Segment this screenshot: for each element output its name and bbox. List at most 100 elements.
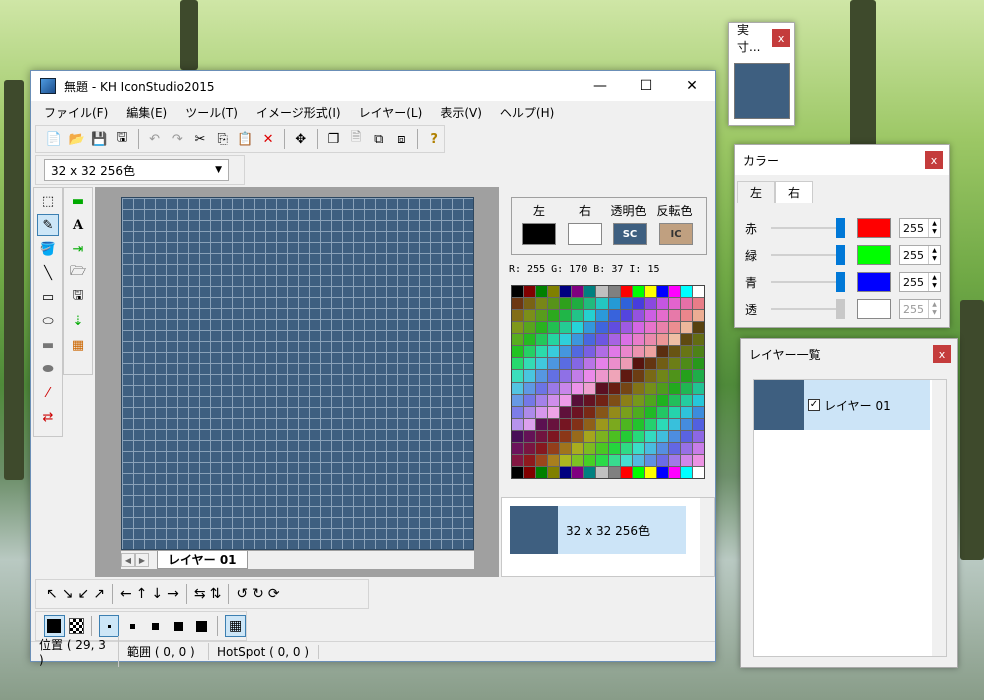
- palette-cell[interactable]: [608, 346, 620, 358]
- line-icon[interactable]: ╲: [37, 262, 59, 284]
- palette-cell[interactable]: [548, 298, 560, 310]
- left-color-swatch[interactable]: [522, 223, 556, 245]
- palette-cell[interactable]: [524, 346, 536, 358]
- palette-cell[interactable]: [668, 322, 680, 334]
- brush-size-3-icon[interactable]: [146, 616, 165, 636]
- tab-scroll-right-icon[interactable]: ▶: [135, 553, 149, 567]
- palette-cell[interactable]: [680, 322, 692, 334]
- pencil-icon[interactable]: ✎: [37, 214, 59, 236]
- palette-cell[interactable]: [668, 310, 680, 322]
- palette-cell[interactable]: [584, 346, 596, 358]
- minimize-button[interactable]: —: [577, 71, 623, 101]
- palette-cell[interactable]: [560, 286, 572, 298]
- palette-cell[interactable]: [596, 454, 608, 466]
- palette-cell[interactable]: [680, 334, 692, 346]
- color-window-close-button[interactable]: x: [925, 151, 943, 169]
- text-tool-icon[interactable]: A: [67, 214, 89, 236]
- menu-tools[interactable]: ツール(T): [176, 104, 247, 121]
- palette-cell[interactable]: [680, 394, 692, 406]
- shift-right-icon[interactable]: →: [167, 586, 179, 602]
- palette-cell[interactable]: [596, 346, 608, 358]
- palette-cell[interactable]: [584, 454, 596, 466]
- cut-icon[interactable]: ✂: [190, 129, 210, 149]
- palette-cell[interactable]: [596, 334, 608, 346]
- palette-cell[interactable]: [572, 310, 584, 322]
- palette-cell[interactable]: [560, 358, 572, 370]
- palette-cell[interactable]: [632, 418, 644, 430]
- palette-cell[interactable]: [560, 466, 572, 478]
- layer-visible-checkbox[interactable]: ✓: [808, 399, 820, 411]
- palette-cell[interactable]: [680, 466, 692, 478]
- palette-cell[interactable]: [596, 322, 608, 334]
- palette-cell[interactable]: [608, 370, 620, 382]
- new-file-icon[interactable]: 📄: [44, 129, 64, 149]
- palette-cell[interactable]: [524, 430, 536, 442]
- open-image-icon[interactable]: 🗁: [67, 262, 89, 284]
- palette-cell[interactable]: [632, 430, 644, 442]
- palette-cell[interactable]: [584, 298, 596, 310]
- palette-cell[interactable]: [632, 442, 644, 454]
- palette-cell[interactable]: [512, 418, 524, 430]
- palette-cell[interactable]: [656, 334, 668, 346]
- palette-cell[interactable]: [620, 454, 632, 466]
- palette-cell[interactable]: [620, 418, 632, 430]
- icon-list-scrollbar[interactable]: [700, 498, 714, 576]
- redo-icon[interactable]: ↷: [167, 129, 187, 149]
- palette-cell[interactable]: [560, 418, 572, 430]
- close-button[interactable]: ✕: [669, 71, 715, 101]
- palette-cell[interactable]: [656, 298, 668, 310]
- palette-cell[interactable]: [536, 466, 548, 478]
- palette-cell[interactable]: [524, 358, 536, 370]
- save-image-icon[interactable]: 🖫: [67, 286, 89, 308]
- menu-file[interactable]: ファイル(F): [35, 104, 117, 121]
- palette-cell[interactable]: [608, 286, 620, 298]
- palette-cell[interactable]: [548, 370, 560, 382]
- color-slider[interactable]: [771, 272, 845, 292]
- menu-edit[interactable]: 編集(E): [117, 104, 176, 121]
- palette-cell[interactable]: [632, 406, 644, 418]
- palette-cell[interactable]: [692, 334, 704, 346]
- image-delete-icon[interactable]: 🗎: [346, 129, 366, 149]
- shift-down-icon[interactable]: ↓: [151, 586, 163, 602]
- palette-cell[interactable]: [536, 394, 548, 406]
- shift-up-right-icon[interactable]: ↗: [93, 586, 105, 602]
- palette-cell[interactable]: [584, 466, 596, 478]
- palette-cell[interactable]: [548, 466, 560, 478]
- pixel-grid-canvas[interactable]: [121, 197, 474, 550]
- palette-cell[interactable]: [692, 394, 704, 406]
- export-image-icon[interactable]: ⧈: [392, 129, 412, 149]
- palette-cell[interactable]: [680, 370, 692, 382]
- palette-cell[interactable]: [668, 370, 680, 382]
- rotate-right-icon[interactable]: ↻: [252, 586, 264, 602]
- palette-cell[interactable]: [692, 298, 704, 310]
- maximize-button[interactable]: ☐: [623, 71, 669, 101]
- palette-cell[interactable]: [536, 370, 548, 382]
- palette-cell[interactable]: [692, 466, 704, 478]
- palette-cell[interactable]: [596, 286, 608, 298]
- palette-cell[interactable]: [644, 394, 656, 406]
- palette-cell[interactable]: [524, 298, 536, 310]
- palette-cell[interactable]: [536, 406, 548, 418]
- palette-cell[interactable]: [656, 382, 668, 394]
- swap-colors-icon[interactable]: ⇄: [37, 406, 59, 428]
- palette-cell[interactable]: [560, 430, 572, 442]
- color-value-input[interactable]: 255 ▲ ▼: [899, 218, 941, 238]
- palette-cell[interactable]: [656, 454, 668, 466]
- palette-cell[interactable]: [668, 358, 680, 370]
- palette-cell[interactable]: [560, 322, 572, 334]
- palette-cell[interactable]: [596, 466, 608, 478]
- color-palette-grid[interactable]: [511, 285, 705, 479]
- palette-cell[interactable]: [536, 346, 548, 358]
- palette-cell[interactable]: [584, 358, 596, 370]
- palette-cell[interactable]: [584, 382, 596, 394]
- color-slider[interactable]: [771, 218, 845, 238]
- solid-fill-icon[interactable]: [44, 615, 65, 637]
- palette-cell[interactable]: [512, 454, 524, 466]
- palette-cell[interactable]: [536, 358, 548, 370]
- palette-cell[interactable]: [620, 406, 632, 418]
- palette-cell[interactable]: [536, 442, 548, 454]
- palette-cell[interactable]: [596, 430, 608, 442]
- palette-cell[interactable]: [608, 298, 620, 310]
- layer-list-scrollbar[interactable]: [932, 380, 946, 656]
- ellipse-icon[interactable]: ⬭: [37, 310, 59, 332]
